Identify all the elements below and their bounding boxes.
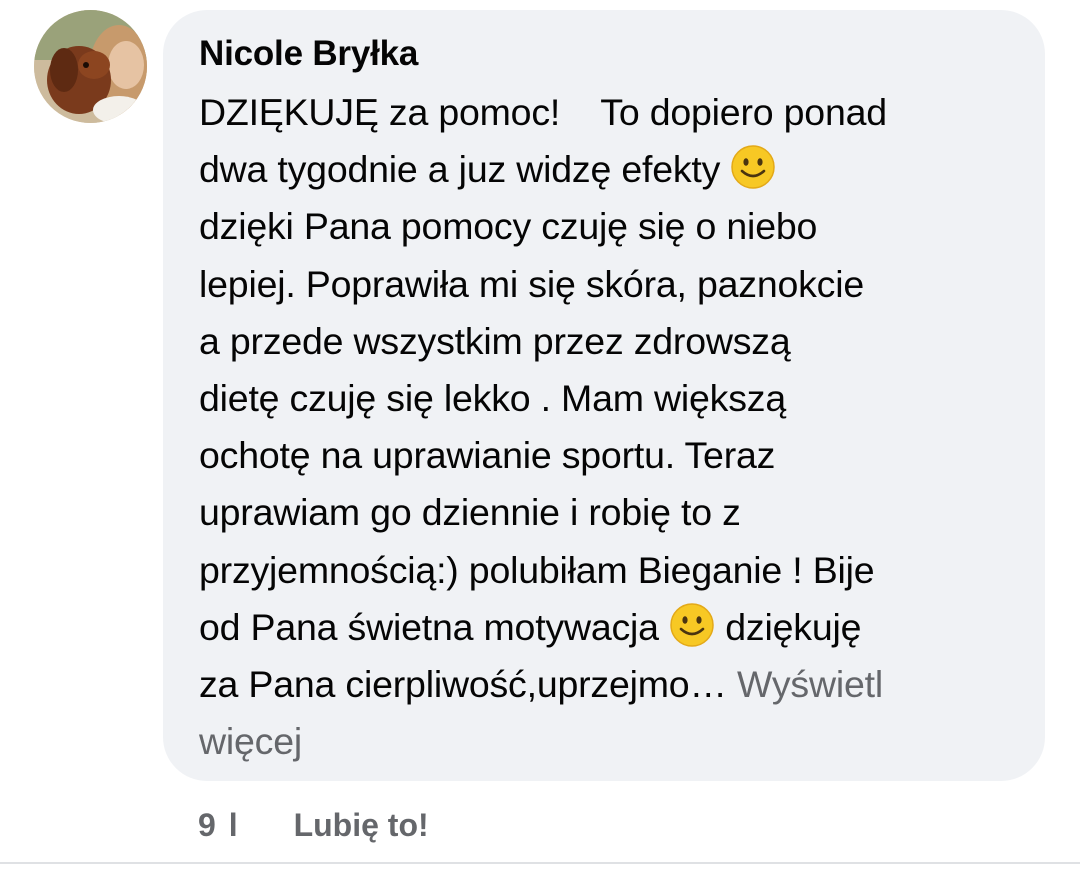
comment-actions: 9 l Lubię to! [198, 800, 429, 850]
slightly-smiling-face-icon [670, 602, 714, 647]
comment-bubble: Nicole Bryłka DZIĘKUJĘ za pomoc! To dopi… [163, 10, 1045, 781]
avatar-image [34, 10, 147, 123]
comment-line-text: dwa tygodnie a juz widzę efekty [199, 148, 721, 191]
reaction-count[interactable]: 9 l [198, 807, 240, 844]
like-button[interactable]: Lubię to! [294, 807, 429, 844]
comment-line: DZIĘKUJĘ za pomoc! To dopiero ponad [199, 91, 887, 133]
comment-view: Nicole Bryłka DZIĘKUJĘ za pomoc! To dopi… [0, 0, 1080, 883]
comment-line: dwa tygodnie a juz widzę efekty [199, 141, 1015, 198]
comment-author-name[interactable]: Nicole Bryłka [199, 30, 1015, 78]
comment-line-text: za Pana cierpliwość,uprzejmo… [199, 662, 727, 705]
see-more-link[interactable]: więcej [199, 713, 1015, 770]
comment-line: od Pana świetna motywacja dziękuję [199, 599, 1015, 656]
comment-line: lepiej. Poprawiła mi się skóra, paznokci… [199, 262, 865, 305]
comment-line: przyjemnością:) polubiłam Bieganie ! Bij… [199, 548, 875, 591]
comment-line: a przede wszystkim przez zdrowszą [199, 319, 791, 362]
slightly-smiling-face-icon [731, 145, 776, 189]
comment-line: ochotę na uprawianie sportu. Teraz [199, 434, 776, 477]
avatar[interactable] [34, 10, 147, 123]
comment-line: dietę czuję się lekko . Mam większą [199, 376, 786, 419]
see-more-link[interactable]: Wyświetl [737, 663, 883, 705]
comment-line-text: dziękuję [725, 605, 862, 648]
divider [0, 862, 1080, 864]
comment-line: za Pana cierpliwość,uprzejmo… Wyświetl [199, 656, 1015, 713]
comment-line: uprawiam go dziennie i robię to z [199, 491, 741, 534]
comment-line-text: od Pana świetna motywacja [199, 605, 659, 648]
comment-text: DZIĘKUJĘ za pomoc! To dopiero ponad dwa … [199, 84, 1015, 770]
comment-line: dzięki Pana pomocy czuję się o niebo [199, 205, 818, 248]
